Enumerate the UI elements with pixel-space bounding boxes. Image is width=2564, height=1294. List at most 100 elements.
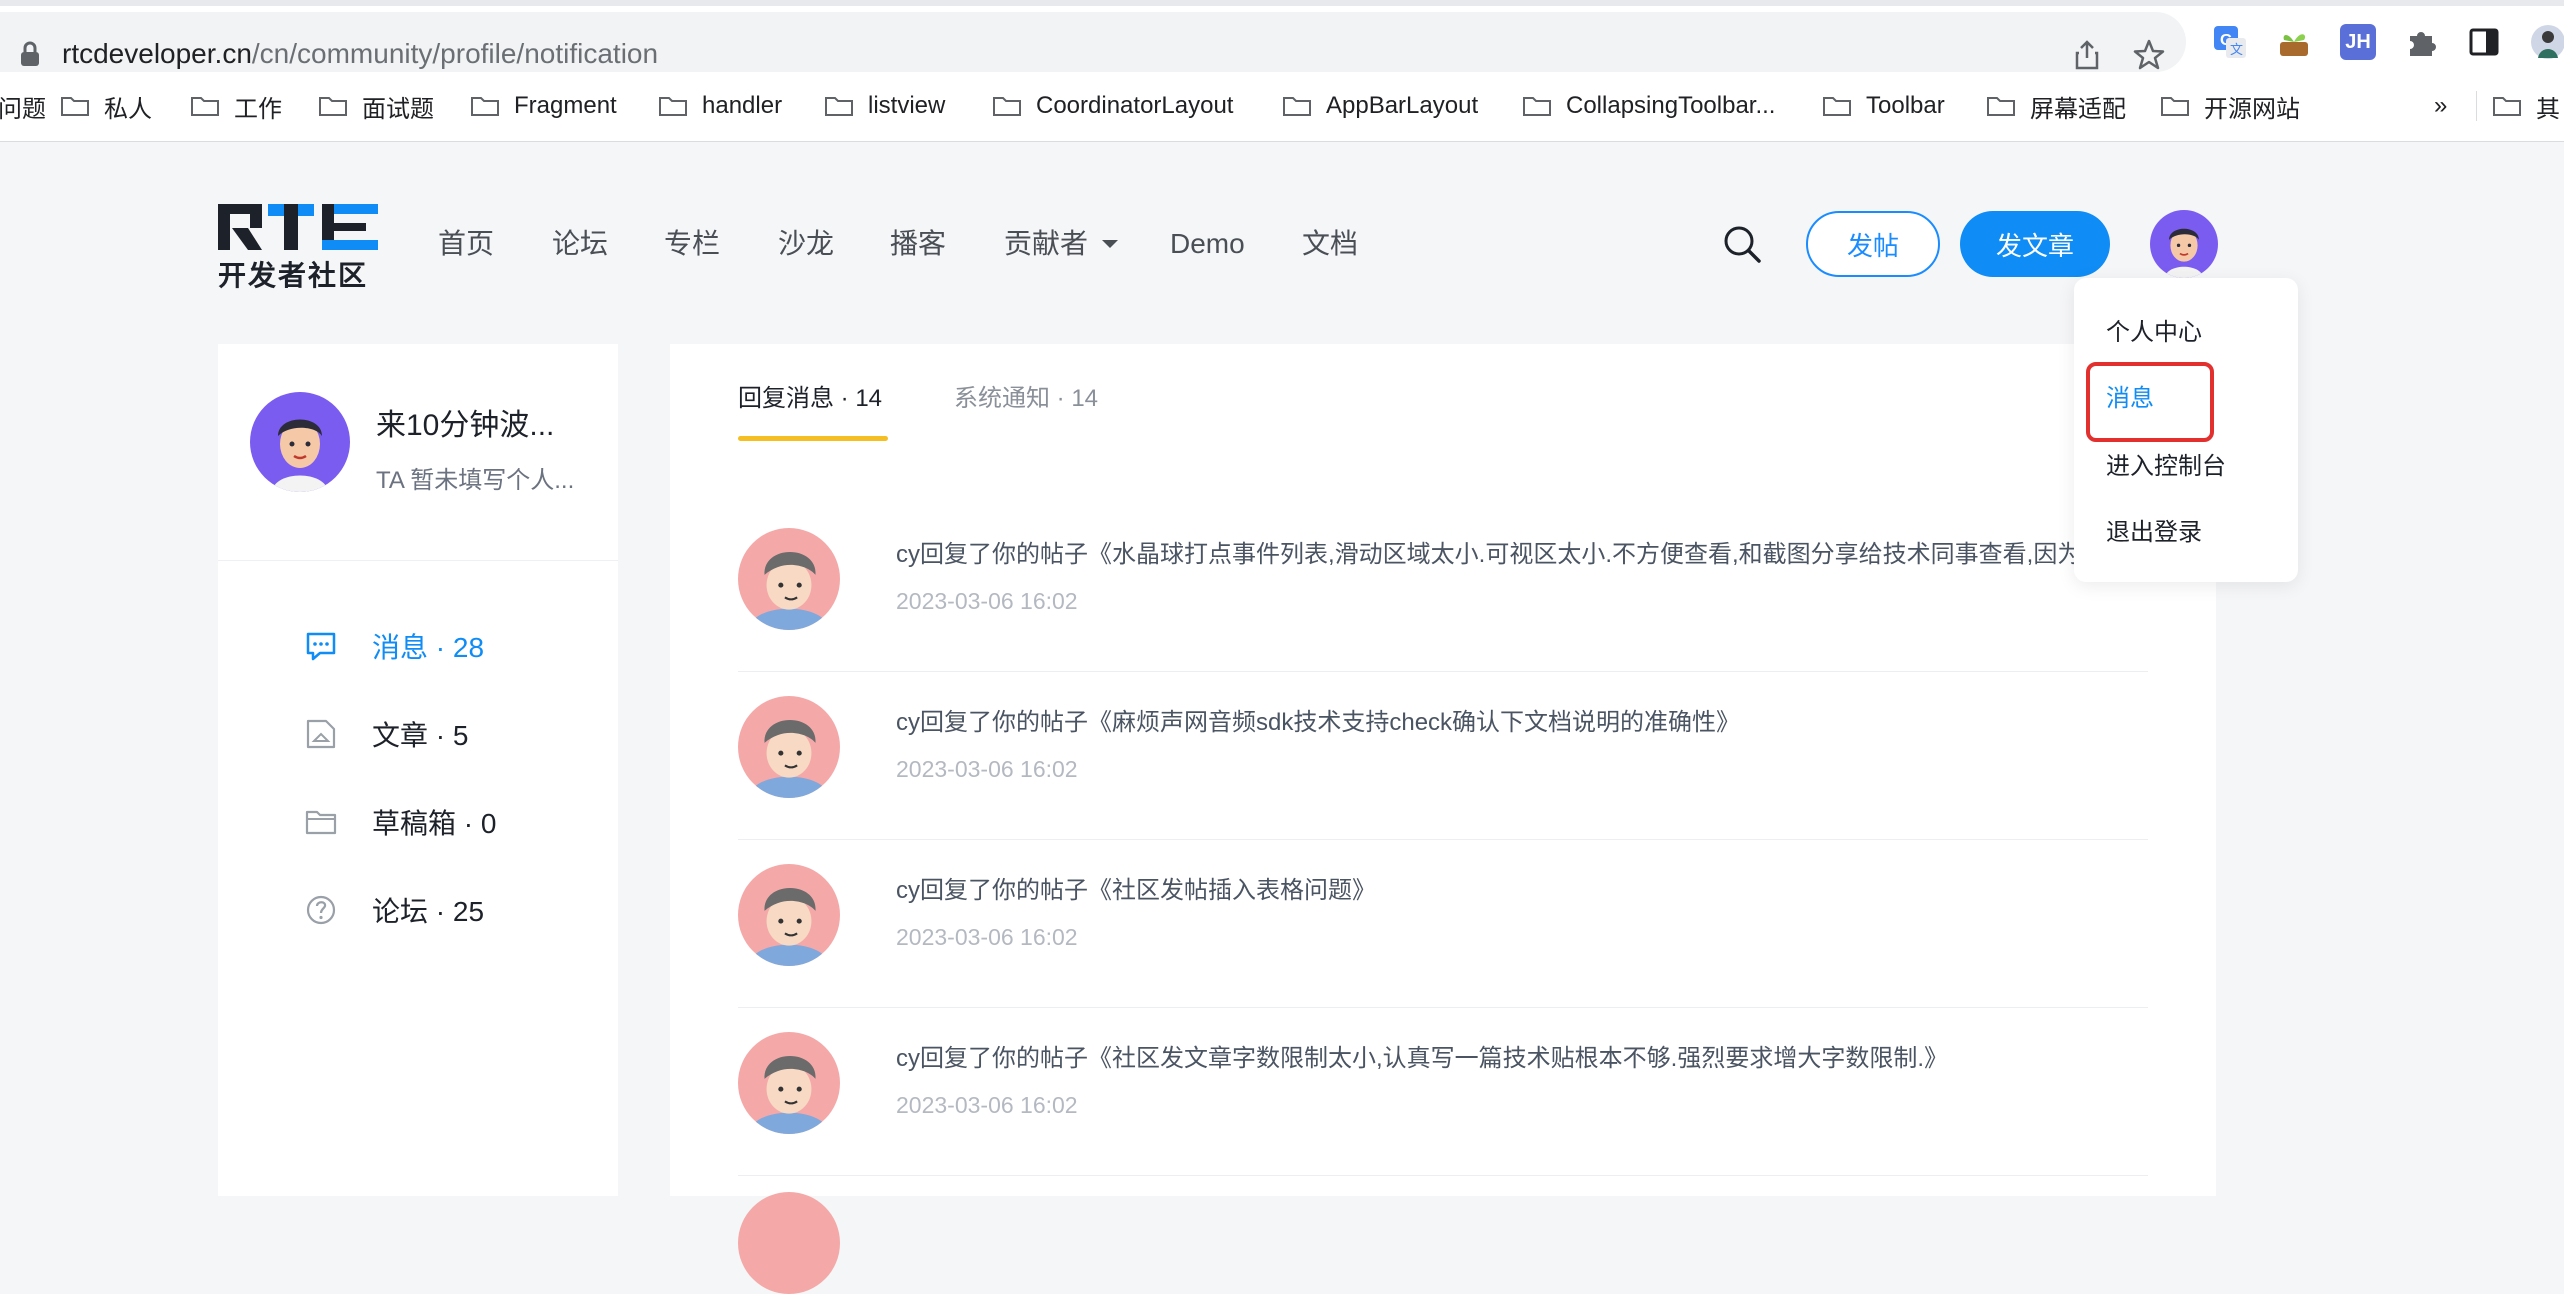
message-text[interactable]: cy回复了你的帖子《社区发文章字数限制太小,认真写一篇技术贴根本不够.强烈要求增…: [896, 1038, 2096, 1073]
reply-user-avatar[interactable]: [738, 1032, 840, 1134]
bookmark-item[interactable]: CoordinatorLayout: [992, 84, 1233, 128]
avatar-image: [2150, 210, 2218, 278]
nav-podcast[interactable]: 播客: [890, 224, 946, 264]
message-item[interactable]: cy回复了你的帖子《麻烦声网音频sdk技术支持check确认下文档说明的准确性》…: [738, 672, 2148, 840]
active-tab-indicator: [738, 436, 888, 441]
nav-home[interactable]: 首页: [438, 224, 494, 264]
sidebar-item-label: 论坛 · 25: [372, 896, 485, 927]
folder-icon: [61, 97, 89, 116]
menu-item-console[interactable]: 进入控制台: [2106, 446, 2226, 481]
bookmark-item[interactable]: 工作: [190, 84, 282, 128]
user-avatar[interactable]: [2150, 210, 2218, 278]
search-icon[interactable]: [1722, 224, 1762, 264]
bookmark-label: 其: [2536, 95, 2560, 123]
message-time: 2023-03-06 16:02: [896, 1092, 1078, 1118]
bookmark-label: Fragment: [514, 92, 617, 119]
message-time: 2023-03-06 16:02: [896, 924, 1078, 950]
folder-icon: [471, 97, 499, 116]
svg-text:文: 文: [2230, 43, 2243, 58]
message-item[interactable]: cy回复了你的帖子《社区发文章字数限制太小,认真写一篇技术贴根本不够.强烈要求增…: [738, 1008, 2148, 1176]
bookmark-label: 开源网站: [2204, 95, 2300, 123]
avatar-image: [250, 392, 350, 492]
bookmark-label: handler: [702, 92, 783, 119]
sidebar-item-forum[interactable]: 论坛 · 25: [304, 890, 484, 930]
bookmark-item[interactable]: 屏幕适配: [1986, 84, 2126, 128]
bookmarks-divider: [2476, 91, 2477, 121]
nav-forum[interactable]: 论坛: [552, 224, 608, 264]
bookmark-label: AppBarLayout: [1326, 92, 1479, 119]
tab-system-notifications[interactable]: 系统通知 · 14: [954, 378, 1098, 413]
annotation-highlight-box: [2086, 362, 2214, 442]
message-text[interactable]: cy回复了你的帖子《水晶球打点事件列表,滑动区域太小.可视区太小.不方便查看,和…: [896, 534, 2096, 569]
message-item[interactable]: cy回复了你的帖子《水晶球打点事件列表,滑动区域太小.可视区太小.不方便查看,和…: [738, 504, 2148, 672]
folder-icon: [2493, 97, 2521, 116]
profile-card: 来10分钟波... TA 暂未填写个人... 消息 · 28 文章 · 5 草稿…: [218, 344, 618, 1196]
message-time: 2023-03-06 16:02: [896, 588, 1078, 614]
bookmark-item[interactable]: listview: [824, 84, 945, 128]
profile-avatar[interactable]: [250, 392, 350, 492]
nav-docs[interactable]: 文档: [1302, 224, 1358, 264]
post-button[interactable]: 发帖: [1806, 211, 1940, 277]
message-text[interactable]: cy回复了你的帖子《麻烦声网音频sdk技术支持check确认下文档说明的准确性》: [896, 702, 2096, 737]
folder-icon: [305, 810, 337, 835]
message-item[interactable]: cy回复了你的帖子《社区发帖插入表格问题》 2023-03-06 16:02: [738, 840, 2148, 1008]
nav-column[interactable]: 专栏: [664, 224, 720, 264]
profile-bio: TA 暂未填写个人...: [376, 467, 575, 494]
puzzle-extension-icon[interactable]: [2404, 24, 2440, 60]
menu-item-profile[interactable]: 个人中心: [2106, 312, 2202, 347]
nav-salon[interactable]: 沙龙: [778, 224, 834, 264]
reply-user-avatar[interactable]: [738, 864, 840, 966]
rte-logo[interactable]: 开发者社区: [218, 200, 380, 291]
bookmark-item[interactable]: 问题: [0, 84, 46, 128]
share-icon[interactable]: [2070, 38, 2104, 72]
sidebar-item-label: 草稿箱 · 0: [372, 808, 497, 839]
sidebar-item-articles[interactable]: 文章 · 5: [304, 714, 468, 754]
address-bar[interactable]: rtcdeveloper.cn/cn/community/profile/not…: [0, 12, 2186, 72]
translate-extension-icon[interactable]: G 文: [2212, 24, 2248, 60]
menu-item-logout[interactable]: 退出登录: [2106, 512, 2202, 547]
bookmark-item[interactable]: 开源网站: [2160, 84, 2300, 128]
bookmark-item[interactable]: handler: [658, 84, 782, 128]
bookmark-item[interactable]: AppBarLayout: [1282, 84, 1478, 128]
profile-icon[interactable]: [2526, 24, 2564, 60]
folder-icon: [1523, 97, 1551, 116]
bookmark-item[interactable]: CollapsingToolbar...: [1522, 84, 1775, 128]
reply-user-avatar[interactable]: [738, 1192, 840, 1294]
url-host: rtcdeveloper.cn: [62, 38, 252, 69]
folder-icon: [825, 97, 853, 116]
bookmark-item[interactable]: Fragment: [470, 84, 617, 128]
bookmark-item[interactable]: 私人: [60, 84, 152, 128]
message-text[interactable]: cy回复了你的帖子《社区发帖插入表格问题》: [896, 870, 2096, 905]
star-icon[interactable]: [2132, 38, 2166, 72]
rte-logo-mark: [218, 204, 378, 250]
folder-icon: [1987, 97, 2015, 116]
bookmarks-overflow-button[interactable]: »: [2434, 84, 2447, 128]
bookmark-label: listview: [868, 92, 946, 119]
tab-reply-messages[interactable]: 回复消息 · 14: [738, 378, 882, 413]
avatar-image: [738, 528, 840, 630]
jh-extension-icon[interactable]: JH: [2340, 24, 2376, 60]
write-article-button[interactable]: 发文章: [1960, 211, 2110, 277]
nav-contributors[interactable]: 贡献者: [1004, 224, 1120, 264]
message-item[interactable]: [738, 1176, 2148, 1294]
bookmark-item[interactable]: 面试题: [318, 84, 434, 128]
message-icon: [306, 632, 336, 661]
sidebar-item-drafts[interactable]: 草稿箱 · 0: [304, 802, 496, 842]
lock-icon: [21, 41, 39, 66]
folder-icon: [319, 97, 347, 116]
nav-demo[interactable]: Demo: [1170, 224, 1245, 264]
other-bookmarks[interactable]: 其: [2492, 84, 2560, 128]
overflow-chevron-icon: »: [2434, 92, 2448, 119]
caret-down-icon: [1102, 240, 1119, 248]
plant-extension-icon[interactable]: [2276, 24, 2312, 60]
reply-user-avatar[interactable]: [738, 696, 840, 798]
reply-user-avatar[interactable]: [738, 528, 840, 630]
bookmark-item[interactable]: Toolbar: [1822, 84, 1945, 128]
url-text[interactable]: rtcdeveloper.cn/cn/community/profile/not…: [62, 36, 658, 72]
bookmark-label: 工作: [234, 95, 282, 123]
sidebar-toggle-icon[interactable]: [2466, 24, 2502, 60]
bookmark-label: 问题: [0, 95, 46, 123]
sidebar-item-messages[interactable]: 消息 · 28: [304, 626, 484, 666]
avatar-image: [738, 1032, 840, 1134]
url-path: /cn/community/profile/notification: [251, 38, 659, 69]
